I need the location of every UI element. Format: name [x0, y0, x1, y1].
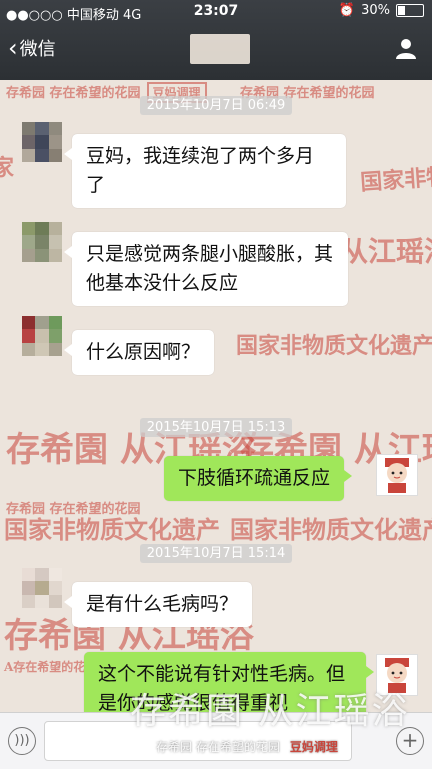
avatar[interactable] [22, 122, 62, 162]
nav-bar: ‹ 微信 [0, 26, 432, 72]
battery-percent: 30% [361, 3, 390, 18]
timestamp: 2015年10月7日 06:49 [0, 94, 432, 115]
watermark-heritage: 国家 [0, 155, 15, 181]
timestamp: 2015年10月7日 15:13 [0, 416, 432, 437]
watermark-heritage: 国家非物质文化遗产 [4, 515, 220, 544]
top-bar: ●●○○○ 中国移动 4G 23:07 ⏰ 30% ‹ 微信 [0, 0, 432, 80]
back-label: 微信 [19, 39, 56, 60]
avatar[interactable] [22, 222, 62, 262]
blurred-title [190, 34, 250, 64]
avatar[interactable] [22, 568, 62, 608]
status-bar: ●●○○○ 中国移动 4G 23:07 ⏰ 30% [0, 0, 432, 23]
message-bubble-incoming[interactable]: 是有什么毛病吗？ [63, 582, 253, 627]
contact-info-icon[interactable] [394, 36, 418, 60]
overlay-watermark-sub: 存希园 存在希望的花园 豆妈调理 [156, 738, 342, 755]
cartoon-girl-icon [385, 458, 409, 493]
avatar[interactable] [22, 316, 62, 356]
overlay-watermark: 存希園 从江瑶浴 [130, 691, 410, 732]
status-right: ⏰ 30% [339, 3, 424, 18]
own-avatar[interactable] [376, 454, 418, 496]
chat-area[interactable]: 存希园 存在希望的花园豆妈调理 存希园 存在希望的花园 国家非物质文化遗产 国家… [0, 80, 432, 712]
timestamp: 2015年10月7日 15:14 [0, 542, 432, 563]
voice-input-icon[interactable]: ))) [8, 727, 36, 755]
message-bubble-incoming[interactable]: 只是感觉两条腿小腿酸胀，其他基本没什么反应 [64, 232, 348, 306]
chevron-left-icon: ‹ [8, 34, 18, 62]
watermark-heritage: 国家非物质文化遗产 [230, 515, 432, 544]
back-button[interactable]: ‹ 微信 [8, 35, 56, 61]
alarm-icon: ⏰ [338, 3, 356, 18]
watermark-heritage: 国家非物质文化遗产 [236, 333, 432, 359]
message-bubble-outgoing[interactable]: 下肢循环疏通反应 [164, 456, 353, 501]
watermark-calligraphy: 从江瑶浴 [340, 235, 432, 268]
battery-icon [396, 4, 424, 17]
message-bubble-incoming[interactable]: 什么原因啊？ [63, 330, 215, 375]
watermark-heritage: 国家非物质文化遗产 [359, 156, 432, 196]
message-bubble-incoming[interactable]: 豆妈，我连续泡了两个多月了 [64, 134, 346, 208]
